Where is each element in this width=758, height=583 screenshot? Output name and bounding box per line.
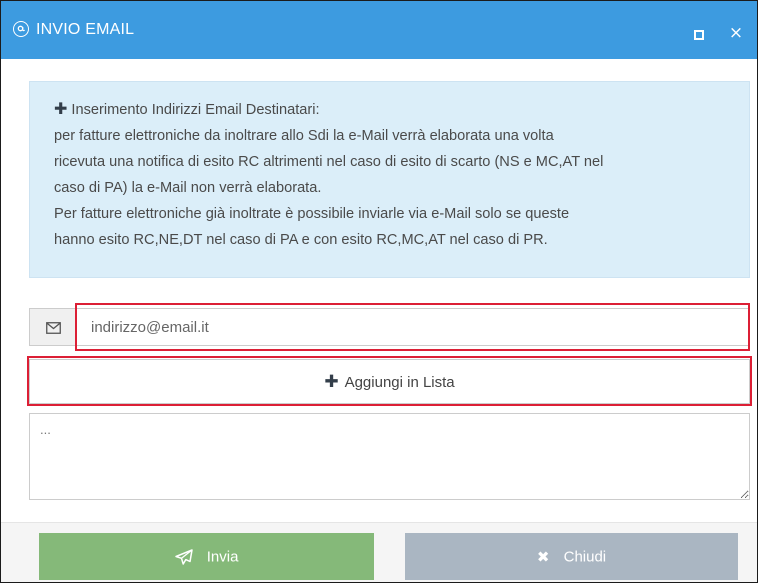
info-line: Per fatture elettroniche già inoltrate è…	[54, 206, 570, 222]
send-button[interactable]: Invia	[39, 533, 374, 580]
send-label: Invia	[206, 548, 239, 566]
add-to-list-label: Aggiungi in Lista	[344, 374, 455, 391]
email-addon	[29, 308, 76, 346]
info-panel: ✚ Inserimento Indirizzi Email Destinatari…	[29, 81, 750, 278]
info-line: per fatture elettroniche da inoltrare al…	[54, 128, 554, 144]
plus-icon: ✚	[324, 372, 339, 391]
email-input[interactable]	[76, 308, 750, 346]
close-label: Chiudi	[563, 548, 607, 566]
dialog-titlebar[interactable]: INVIO EMAIL ×	[1, 1, 757, 59]
close-icon[interactable]: ×	[726, 23, 746, 43]
maximize-icon[interactable]	[694, 30, 704, 40]
info-heading: Inserimento Indirizzi Email Destinatari:	[71, 102, 320, 118]
email-input-group	[29, 308, 750, 346]
paper-plane-icon	[174, 549, 193, 565]
info-line: hanno esito RC,NE,DT nel caso di PA e co…	[54, 232, 548, 248]
notes-textarea[interactable]	[29, 413, 750, 500]
info-line: ricevuta una notifica di esito RC altrim…	[54, 154, 604, 170]
email-dialog: INVIO EMAIL × ✚ Inserimento Indirizzi Ema…	[0, 0, 758, 583]
close-button[interactable]: ✖ Chiudi	[405, 533, 738, 580]
info-line: caso di PA) la e-Mail non verrà elaborat…	[54, 180, 322, 196]
dialog-title: INVIO EMAIL	[36, 21, 135, 38]
plus-icon: ✚	[54, 101, 68, 118]
envelope-icon	[46, 322, 61, 334]
dialog-footer: Invia ✖ Chiudi	[1, 522, 757, 582]
add-to-list-button[interactable]: ✚ Aggiungi in Lista	[29, 359, 750, 404]
at-sign-icon	[13, 21, 29, 37]
info-line-heading: ✚ Inserimento Indirizzi Email Destinatari…	[54, 97, 735, 123]
times-icon: ✖	[536, 547, 550, 566]
